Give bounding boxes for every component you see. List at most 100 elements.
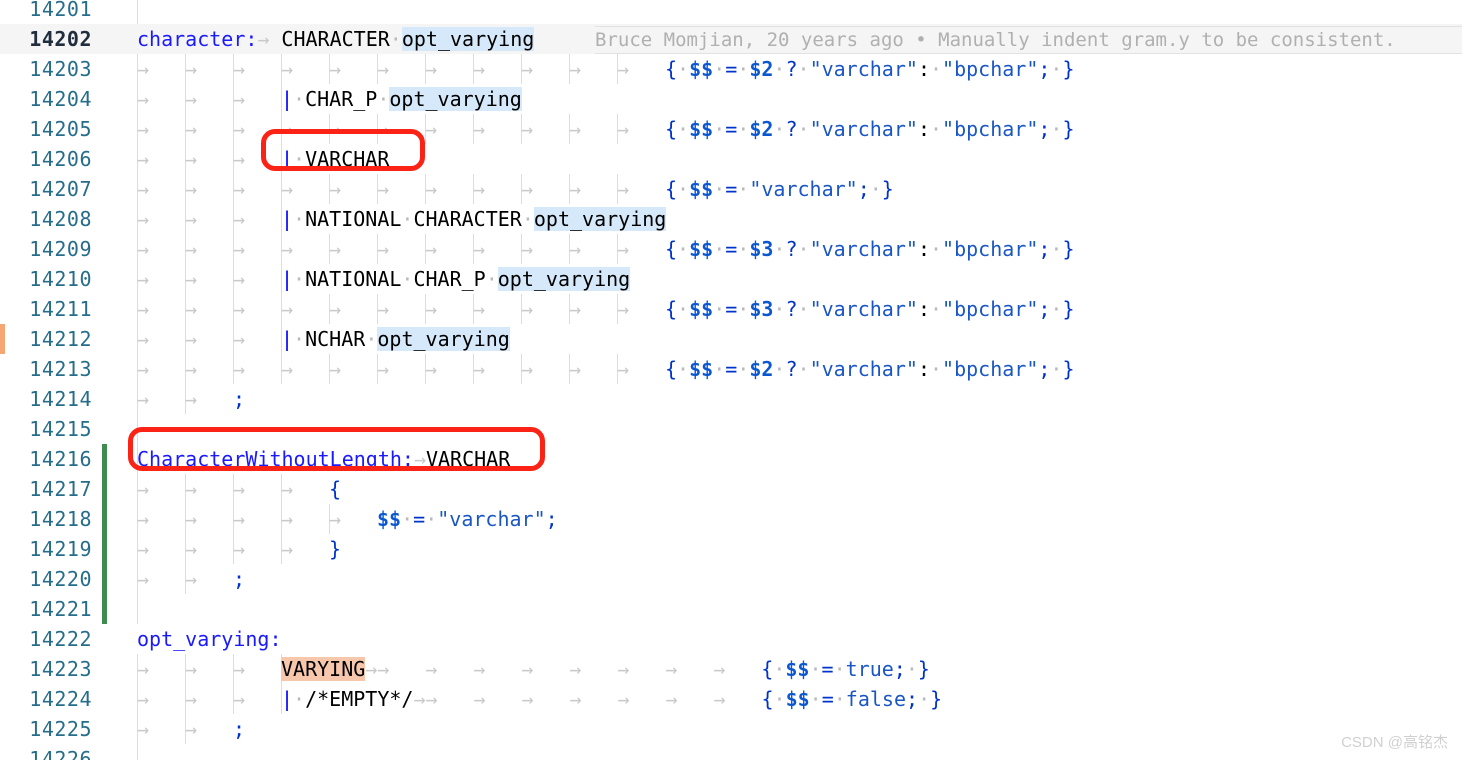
line-number[interactable]: 14208	[0, 204, 92, 234]
tab-arrow: →	[233, 537, 246, 561]
code-text[interactable]: → → → |·VARCHAR	[137, 144, 389, 174]
line-number[interactable]: 14222	[0, 624, 92, 654]
code-token: NATIONAL	[305, 207, 402, 231]
code-line[interactable]: 14218 → → → → → $$·=·"varchar";	[0, 504, 1462, 534]
line-number[interactable]: 14203	[0, 54, 92, 84]
code-line[interactable]: 14209 → → → → → → → → → → → {·$$·=·$3·?·"varchar":·"…	[0, 234, 1462, 264]
code-line[interactable]: 14207 → → → → → → → → → → → {·$$·=·"varchar";·}	[0, 174, 1462, 204]
code-text[interactable]: → → → → → $$·=·"varchar";	[137, 504, 558, 534]
code-line[interactable]: 14224 → → → |·/*EMPTY*/→→ → → → → → → {·$$·=·false;…	[0, 684, 1462, 714]
tab-arrow: →	[233, 147, 246, 171]
code-text[interactable]: character:→ CHARACTER·opt_varying	[137, 24, 535, 54]
tab-arrow: →	[137, 267, 150, 291]
code-text[interactable]: opt_varying:	[137, 624, 282, 654]
code-token: VARCHAR	[425, 447, 511, 471]
code-text[interactable]: → → → → → → → → → → → {·$$·=·$3·?·"varchar":·"bpcha…	[137, 234, 1075, 264]
vcs-added-marker[interactable]	[102, 534, 107, 564]
code-text[interactable]: → → → → → → → → → → → {·$$·=·$2·?·"varchar":·"bpcha…	[137, 54, 1075, 84]
code-line[interactable]: 14206 → → → |·VARCHAR	[0, 144, 1462, 174]
code-line[interactable]: 14203 → → → → → → → → → → → {·$$·=·$2·?·"varchar":·"…	[0, 54, 1462, 84]
line-number[interactable]: 14213	[0, 354, 92, 384]
line-number[interactable]: 14221	[0, 594, 92, 624]
code-text[interactable]: → → → |·NATIONAL·CHAR_P·opt_varying	[137, 264, 631, 294]
vcs-modified-marker[interactable]	[0, 324, 5, 354]
vcs-added-marker[interactable]	[102, 594, 107, 624]
code-line[interactable]: 14214 → →;	[0, 384, 1462, 414]
code-text[interactable]: → → → → → → → → → → → {·$$·=·"varchar";·}	[137, 174, 894, 204]
line-number[interactable]: 14202	[0, 24, 92, 54]
code-text[interactable]: → → → |·NATIONAL·CHARACTER·opt_varying	[137, 204, 667, 234]
code-text[interactable]: → → → → → → → → → → → {·$$·=·$2·?·"varchar":·"bpcha…	[137, 114, 1075, 144]
tab-arrow: →	[413, 687, 426, 711]
code-line[interactable]: 14220 → →;	[0, 564, 1462, 594]
code-text[interactable]: → → → |·NCHAR·opt_varying	[137, 324, 510, 354]
line-number[interactable]: 14214	[0, 384, 92, 414]
code-line[interactable]: 14211 → → → → → → → → → → → {·$$·=·$3·?·"varchar":·"…	[0, 294, 1462, 324]
line-number[interactable]: 14223	[0, 654, 92, 684]
code-text[interactable]: → → → → → → → → → → → {·$$·=·$2·?·"varchar":·"bpcha…	[137, 354, 1075, 384]
line-number[interactable]: 14209	[0, 234, 92, 264]
code-token: =	[413, 507, 426, 531]
code-text[interactable]: CharacterWithoutLength:→VARCHAR	[137, 444, 510, 474]
code-token: }	[1062, 57, 1075, 81]
code-line[interactable]: 14223 → → → VARYING→→ → → → → → → → {·$$·=·true;·}	[0, 654, 1462, 684]
csdn-watermark: CSDN @高铭杰	[1341, 734, 1448, 751]
vcs-added-marker[interactable]	[102, 444, 107, 474]
tab-arrow: →	[281, 477, 294, 501]
code-line[interactable]: 14210 → → → |·NATIONAL·CHAR_P·opt_varying	[0, 264, 1462, 294]
line-number[interactable]: 14212	[0, 324, 92, 354]
line-number[interactable]: 14204	[0, 84, 92, 114]
line-number[interactable]: 14226	[0, 744, 92, 760]
code-token: }	[1062, 357, 1075, 381]
code-line[interactable]: 14208 → → → |·NATIONAL·CHARACTER·opt_varying	[0, 204, 1462, 234]
code-text[interactable]: → → → → {	[137, 474, 341, 504]
code-line[interactable]: 14217 → → → → {	[0, 474, 1462, 504]
code-text[interactable]: → → → |·CHAR_P·opt_varying	[137, 84, 522, 114]
code-line[interactable]: 14204 → → → |·CHAR_P·opt_varying	[0, 84, 1462, 114]
code-line[interactable]: 14226	[0, 744, 1462, 760]
tab-arrow: →	[377, 177, 390, 201]
line-number[interactable]: 14210	[0, 264, 92, 294]
code-line[interactable]: 14215	[0, 414, 1462, 444]
vcs-added-marker[interactable]	[102, 564, 107, 594]
line-number[interactable]: 14201	[0, 0, 92, 24]
line-number[interactable]: 14219	[0, 534, 92, 564]
code-line[interactable]: 14212 → → → |·NCHAR·opt_varying	[0, 324, 1462, 354]
code-text[interactable]: → → → →}	[137, 534, 341, 564]
line-number[interactable]: 14224	[0, 684, 92, 714]
line-number[interactable]: 14215	[0, 414, 92, 444]
code-line[interactable]: 14216 CharacterWithoutLength:→VARCHAR	[0, 444, 1462, 474]
line-number[interactable]: 14211	[0, 294, 92, 324]
space-dot: ·	[713, 297, 726, 321]
code-text[interactable]: → → → VARYING→→ → → → → → → → {·$$·=·true;·}	[137, 654, 930, 684]
git-blame-annotation[interactable]: Bruce Momjian, 20 years ago • Manually i…	[595, 26, 1462, 54]
line-number[interactable]: 14207	[0, 174, 92, 204]
code-token: "varchar"	[809, 237, 918, 261]
line-number[interactable]: 14216	[0, 444, 92, 474]
line-number[interactable]: 14225	[0, 714, 92, 744]
space-dot: ·	[401, 507, 414, 531]
line-number[interactable]: 14205	[0, 114, 92, 144]
code-text[interactable]: → → → → → → → → → → → {·$$·=·$3·?·"varchar":·"bpcha…	[137, 294, 1075, 324]
code-text[interactable]: → →;	[137, 384, 245, 414]
code-line[interactable]: 14221	[0, 594, 1462, 624]
code-token: =	[725, 237, 738, 261]
code-line[interactable]: 14201	[0, 0, 1462, 24]
code-line[interactable]: 14205 → → → → → → → → → → → {·$$·=·$2·?·"varchar":·"…	[0, 114, 1462, 144]
code-token: $2	[749, 117, 774, 141]
vcs-added-marker[interactable]	[102, 504, 107, 534]
line-number[interactable]: 14217	[0, 474, 92, 504]
code-line[interactable]: 14222 opt_varying:	[0, 624, 1462, 654]
code-text[interactable]: → → → |·/*EMPTY*/→→ → → → → → → {·$$·=·false;·}	[137, 684, 942, 714]
line-number[interactable]: 14218	[0, 504, 92, 534]
line-number[interactable]: 14206	[0, 144, 92, 174]
line-number[interactable]: 14220	[0, 564, 92, 594]
code-text[interactable]: → →;	[137, 564, 245, 594]
code-editor[interactable]: 14201 14202 character:→ CHARACTER·opt_varyi…	[0, 0, 1462, 760]
tab-arrow: →	[377, 237, 390, 261]
code-line[interactable]: 14213 → → → → → → → → → → → {·$$·=·$2·?·"varchar":·"…	[0, 354, 1462, 384]
code-line[interactable]: 14225 → →;	[0, 714, 1462, 744]
code-text[interactable]: → →;	[137, 714, 245, 744]
vcs-added-marker[interactable]	[102, 474, 107, 504]
code-line[interactable]: 14219 → → → →}	[0, 534, 1462, 564]
